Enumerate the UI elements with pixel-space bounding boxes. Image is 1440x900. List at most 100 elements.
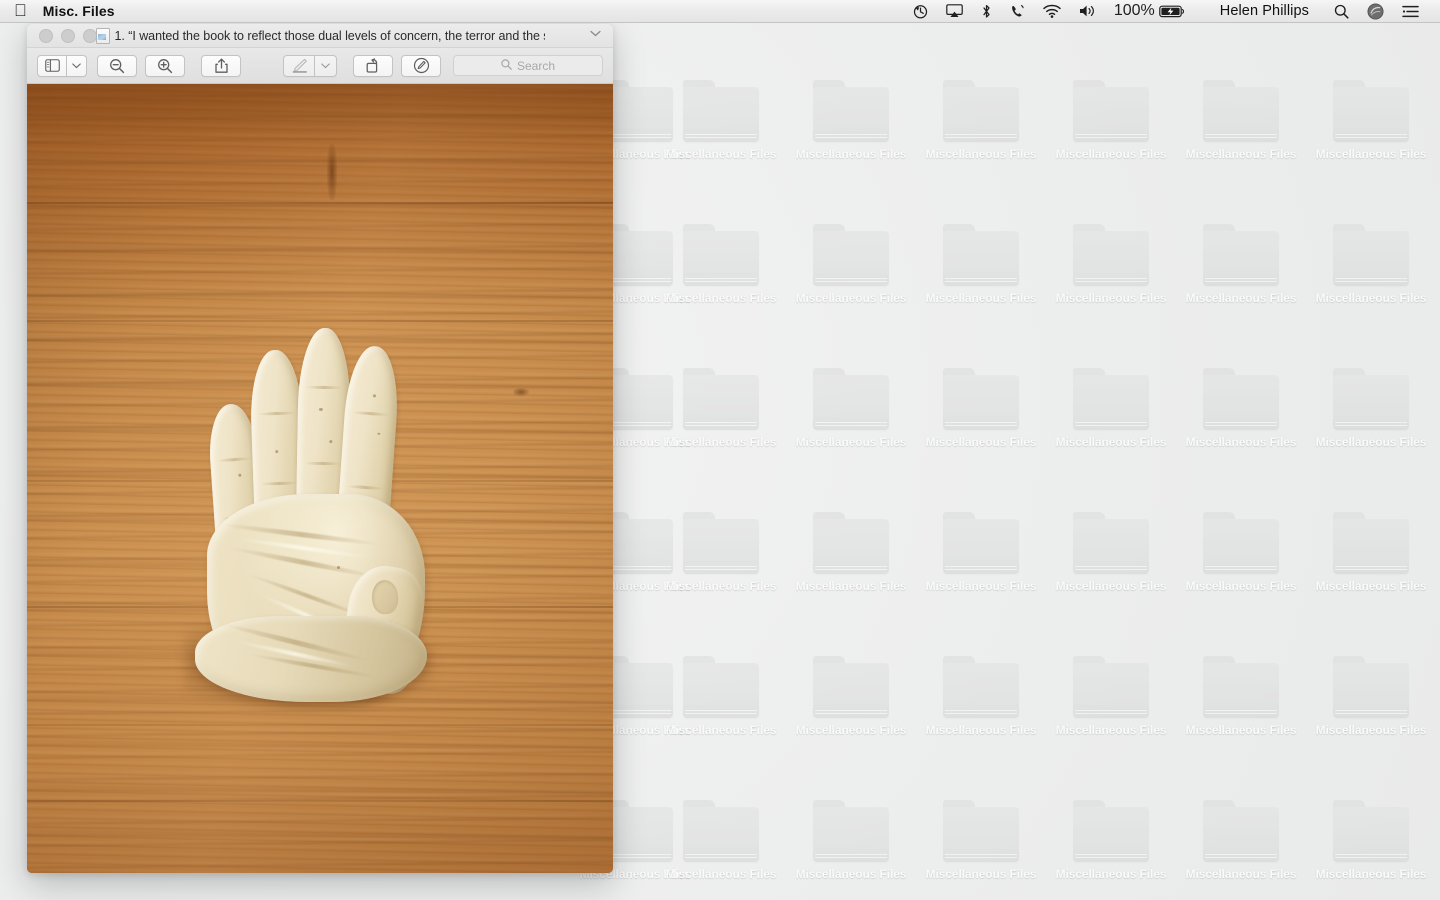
desktop-icon-label: Miscellaneous Files [1055,579,1167,593]
desktop-icon[interactable]: Miscellaneous Files [791,368,911,449]
volume-icon[interactable] [1070,0,1105,23]
desktop-icon[interactable]: Miscellaneous Files [921,224,1041,305]
folder-icon [1333,656,1409,718]
desktop-icon[interactable]: Miscellaneous Files [791,656,911,737]
desktop-icon[interactable]: Miscellaneous Files [1311,656,1431,737]
bluetooth-icon[interactable] [972,0,1001,23]
airplay-icon[interactable] [937,0,972,23]
zoom-out-icon[interactable] [97,54,137,77]
desktop-icon[interactable]: Miscellaneous Files [921,656,1041,737]
annotate-circle-icon[interactable] [401,54,441,77]
chevron-down-icon[interactable] [590,30,601,40]
desktop-icon[interactable]: Miscellaneous Files [1051,512,1171,593]
desktop-icon[interactable]: Miscellaneous Files [1051,800,1171,881]
folder-icon [1073,224,1149,286]
rotate-left-icon[interactable] [353,54,393,77]
folder-icon [1333,800,1409,862]
desktop-icon[interactable]: Miscellaneous Files [1051,368,1171,449]
user-name-label[interactable]: Helen Phillips [1194,3,1325,19]
desktop-icon-label: Miscellaneous Files [665,867,777,881]
desktop-icon-label: Miscellaneous Files [1055,723,1167,737]
desktop-icon-label: Miscellaneous Files [925,579,1037,593]
folder-icon [813,800,889,862]
markup-pen-icon[interactable] [283,54,315,77]
desktop-icon[interactable]: Miscellaneous Files [791,224,911,305]
zoom-button[interactable] [83,28,97,43]
desktop-icon[interactable]: Miscellaneous Files [661,800,781,881]
desktop-icon[interactable]: Miscellaneous Files [921,512,1041,593]
desktop-icon[interactable]: Miscellaneous Files [1311,224,1431,305]
desktop-icon[interactable]: Miscellaneous Files [791,800,911,881]
markup-group[interactable] [283,54,337,77]
markup-chevron-down-icon[interactable] [315,54,337,77]
desktop-icon[interactable]: Miscellaneous Files [1051,80,1171,161]
desktop-icon[interactable]: Miscellaneous Files [1181,80,1301,161]
siri-icon[interactable] [1358,0,1393,23]
desktop-icon-label: Miscellaneous Files [1055,147,1167,161]
battery-charging-icon[interactable] [1157,0,1194,23]
folder-icon [683,224,759,286]
desktop-icon-label: Miscellaneous Files [795,291,907,305]
desktop-icon[interactable]: Miscellaneous Files [1311,368,1431,449]
folder-icon [683,512,759,574]
folder-icon [943,80,1019,142]
desktop-icon-label: Miscellaneous Files [1185,435,1297,449]
desktop-icon[interactable]: Miscellaneous Files [661,368,781,449]
desktop-icon-label: Miscellaneous Files [1055,291,1167,305]
apple-logo-icon[interactable]:  [14,2,27,19]
folder-icon [1203,800,1279,862]
desktop-icon[interactable]: Miscellaneous Files [1311,800,1431,881]
time-machine-icon[interactable] [904,0,937,23]
desktop-icon[interactable]: Miscellaneous Files [1051,224,1171,305]
desktop-icon[interactable]: Miscellaneous Files [1311,80,1431,161]
desktop-icon[interactable]: Miscellaneous Files [1181,800,1301,881]
menu-bar[interactable]:  Misc. Files [0,0,1440,23]
desktop-icon-label: Miscellaneous Files [925,147,1037,161]
image-canvas[interactable] [27,84,613,873]
control-center-icon[interactable] [1393,0,1428,23]
desktop-icon-label: Miscellaneous Files [1315,579,1427,593]
folder-icon [1073,80,1149,142]
desktop-icon[interactable]: Miscellaneous Files [1181,656,1301,737]
search-input[interactable]: Search [453,55,603,76]
desktop[interactable]: Miscellaneous Files Miscellaneous Files Mi… [0,0,1440,900]
desktop-icon[interactable]: Miscellaneous Files [791,512,911,593]
desktop-icon[interactable]: Miscellaneous Files [921,80,1041,161]
desktop-icon[interactable]: Miscellaneous Files [791,80,911,161]
folder-icon [943,656,1019,718]
folder-icon [683,80,759,142]
wifi-icon[interactable] [1034,0,1070,23]
desktop-icon[interactable]: Miscellaneous Files [661,224,781,305]
phone-handoff-icon[interactable] [1001,0,1034,23]
sidebar-icon[interactable] [37,54,67,77]
desktop-icon[interactable]: Miscellaneous Files [661,656,781,737]
desktop-icon[interactable]: Miscellaneous Files [921,368,1041,449]
window-title: 1. “I wanted the book to reflect those d… [114,28,545,43]
desktop-icon[interactable]: Miscellaneous Files [661,80,781,161]
zoom-in-icon[interactable] [145,54,185,77]
desktop-icon-label: Miscellaneous Files [925,291,1037,305]
desktop-icon[interactable]: Miscellaneous Files [1181,512,1301,593]
folder-icon [1203,368,1279,430]
search-placeholder: Search [516,58,556,73]
folder-icon [943,224,1019,286]
folder-icon [1203,656,1279,718]
desktop-icon[interactable]: Miscellaneous Files [1311,512,1431,593]
desktop-icon[interactable]: Miscellaneous Files [921,800,1041,881]
desktop-icon-label: Miscellaneous Files [795,867,907,881]
close-button[interactable] [39,28,53,43]
preview-window[interactable]: 1. “I wanted the book to reflect those d… [27,24,613,873]
desktop-icon[interactable]: Miscellaneous Files [661,512,781,593]
active-app-name[interactable]: Misc. Files [43,3,115,19]
share-icon[interactable] [201,54,241,77]
sidebar-chevron-down-icon[interactable] [67,54,87,77]
preview-toolbar[interactable]: Search [27,48,613,84]
desktop-icon[interactable]: Miscellaneous Files [1181,368,1301,449]
desktop-icon[interactable]: Miscellaneous Files [1051,656,1171,737]
folder-icon [813,512,889,574]
window-titlebar[interactable]: 1. “I wanted the book to reflect those d… [27,24,613,48]
search-icon[interactable] [1325,0,1358,23]
desktop-icon[interactable]: Miscellaneous Files [1181,224,1301,305]
minimize-button[interactable] [61,28,75,43]
sidebar-toggle-group[interactable] [37,54,87,77]
